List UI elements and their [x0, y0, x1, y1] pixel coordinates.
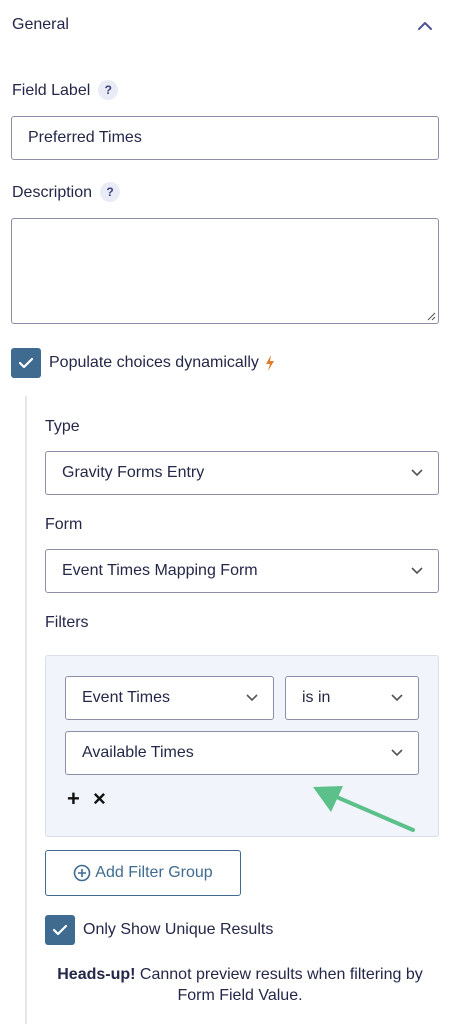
unique-results-label: Only Show Unique Results — [83, 921, 274, 938]
add-filter-group-label: Add Filter Group — [95, 864, 213, 881]
add-filter-icon[interactable]: + — [67, 788, 80, 810]
notice-bold: Heads-up! — [57, 966, 136, 983]
filter-value-select[interactable]: Available Times — [65, 731, 419, 775]
description-textarea[interactable] — [11, 218, 439, 324]
type-select[interactable]: Gravity Forms Entry — [45, 451, 439, 495]
field-label-input[interactable]: Preferred Times — [11, 116, 439, 160]
filter-field-select[interactable]: Event Times — [65, 676, 274, 720]
annotation-arrow-icon — [313, 786, 415, 832]
chevron-down-icon — [411, 469, 423, 477]
form-label: Form — [45, 516, 83, 533]
chevron-down-icon — [246, 694, 258, 702]
chevron-down-icon — [391, 694, 403, 702]
filter-operator-select[interactable]: is in — [285, 676, 419, 720]
heads-up-notice: Heads-up! Cannot preview results when fi… — [40, 964, 440, 1006]
lightning-icon — [265, 355, 274, 371]
help-icon[interactable]: ? — [98, 80, 119, 100]
populate-label-text: Populate choices dynamically — [49, 354, 259, 371]
filter-value-value: Available Times — [82, 744, 194, 761]
resize-grip-icon[interactable] — [427, 312, 436, 321]
indent-divider — [25, 396, 27, 1024]
plus-circle-icon — [73, 864, 91, 882]
section-title: General — [12, 16, 69, 33]
filter-operator-value: is in — [302, 689, 331, 706]
remove-filter-icon[interactable]: × — [93, 788, 106, 810]
type-label: Type — [45, 418, 80, 435]
collapse-chevron-icon[interactable] — [415, 16, 435, 36]
filter-field-value: Event Times — [82, 689, 171, 706]
notice-text: Cannot preview results when filtering by… — [135, 966, 423, 1004]
description-heading: Description? — [12, 182, 121, 202]
chevron-down-icon — [391, 749, 403, 757]
field-label-heading: Field Label? — [12, 80, 119, 100]
checkmark-icon — [52, 924, 68, 936]
help-icon[interactable]: ? — [100, 182, 121, 202]
description-text: Description — [12, 184, 93, 201]
checkmark-icon — [18, 357, 34, 369]
add-filter-group-button[interactable]: Add Filter Group — [45, 850, 241, 896]
populate-checkbox[interactable] — [11, 348, 41, 378]
unique-results-checkbox[interactable] — [45, 915, 75, 945]
form-select-value: Event Times Mapping Form — [62, 562, 258, 579]
field-label-text: Field Label — [12, 82, 91, 99]
filters-label: Filters — [45, 614, 89, 631]
type-select-value: Gravity Forms Entry — [62, 464, 205, 481]
populate-label: Populate choices dynamically — [49, 354, 276, 372]
form-select[interactable]: Event Times Mapping Form — [45, 549, 439, 593]
chevron-down-icon — [411, 567, 423, 575]
